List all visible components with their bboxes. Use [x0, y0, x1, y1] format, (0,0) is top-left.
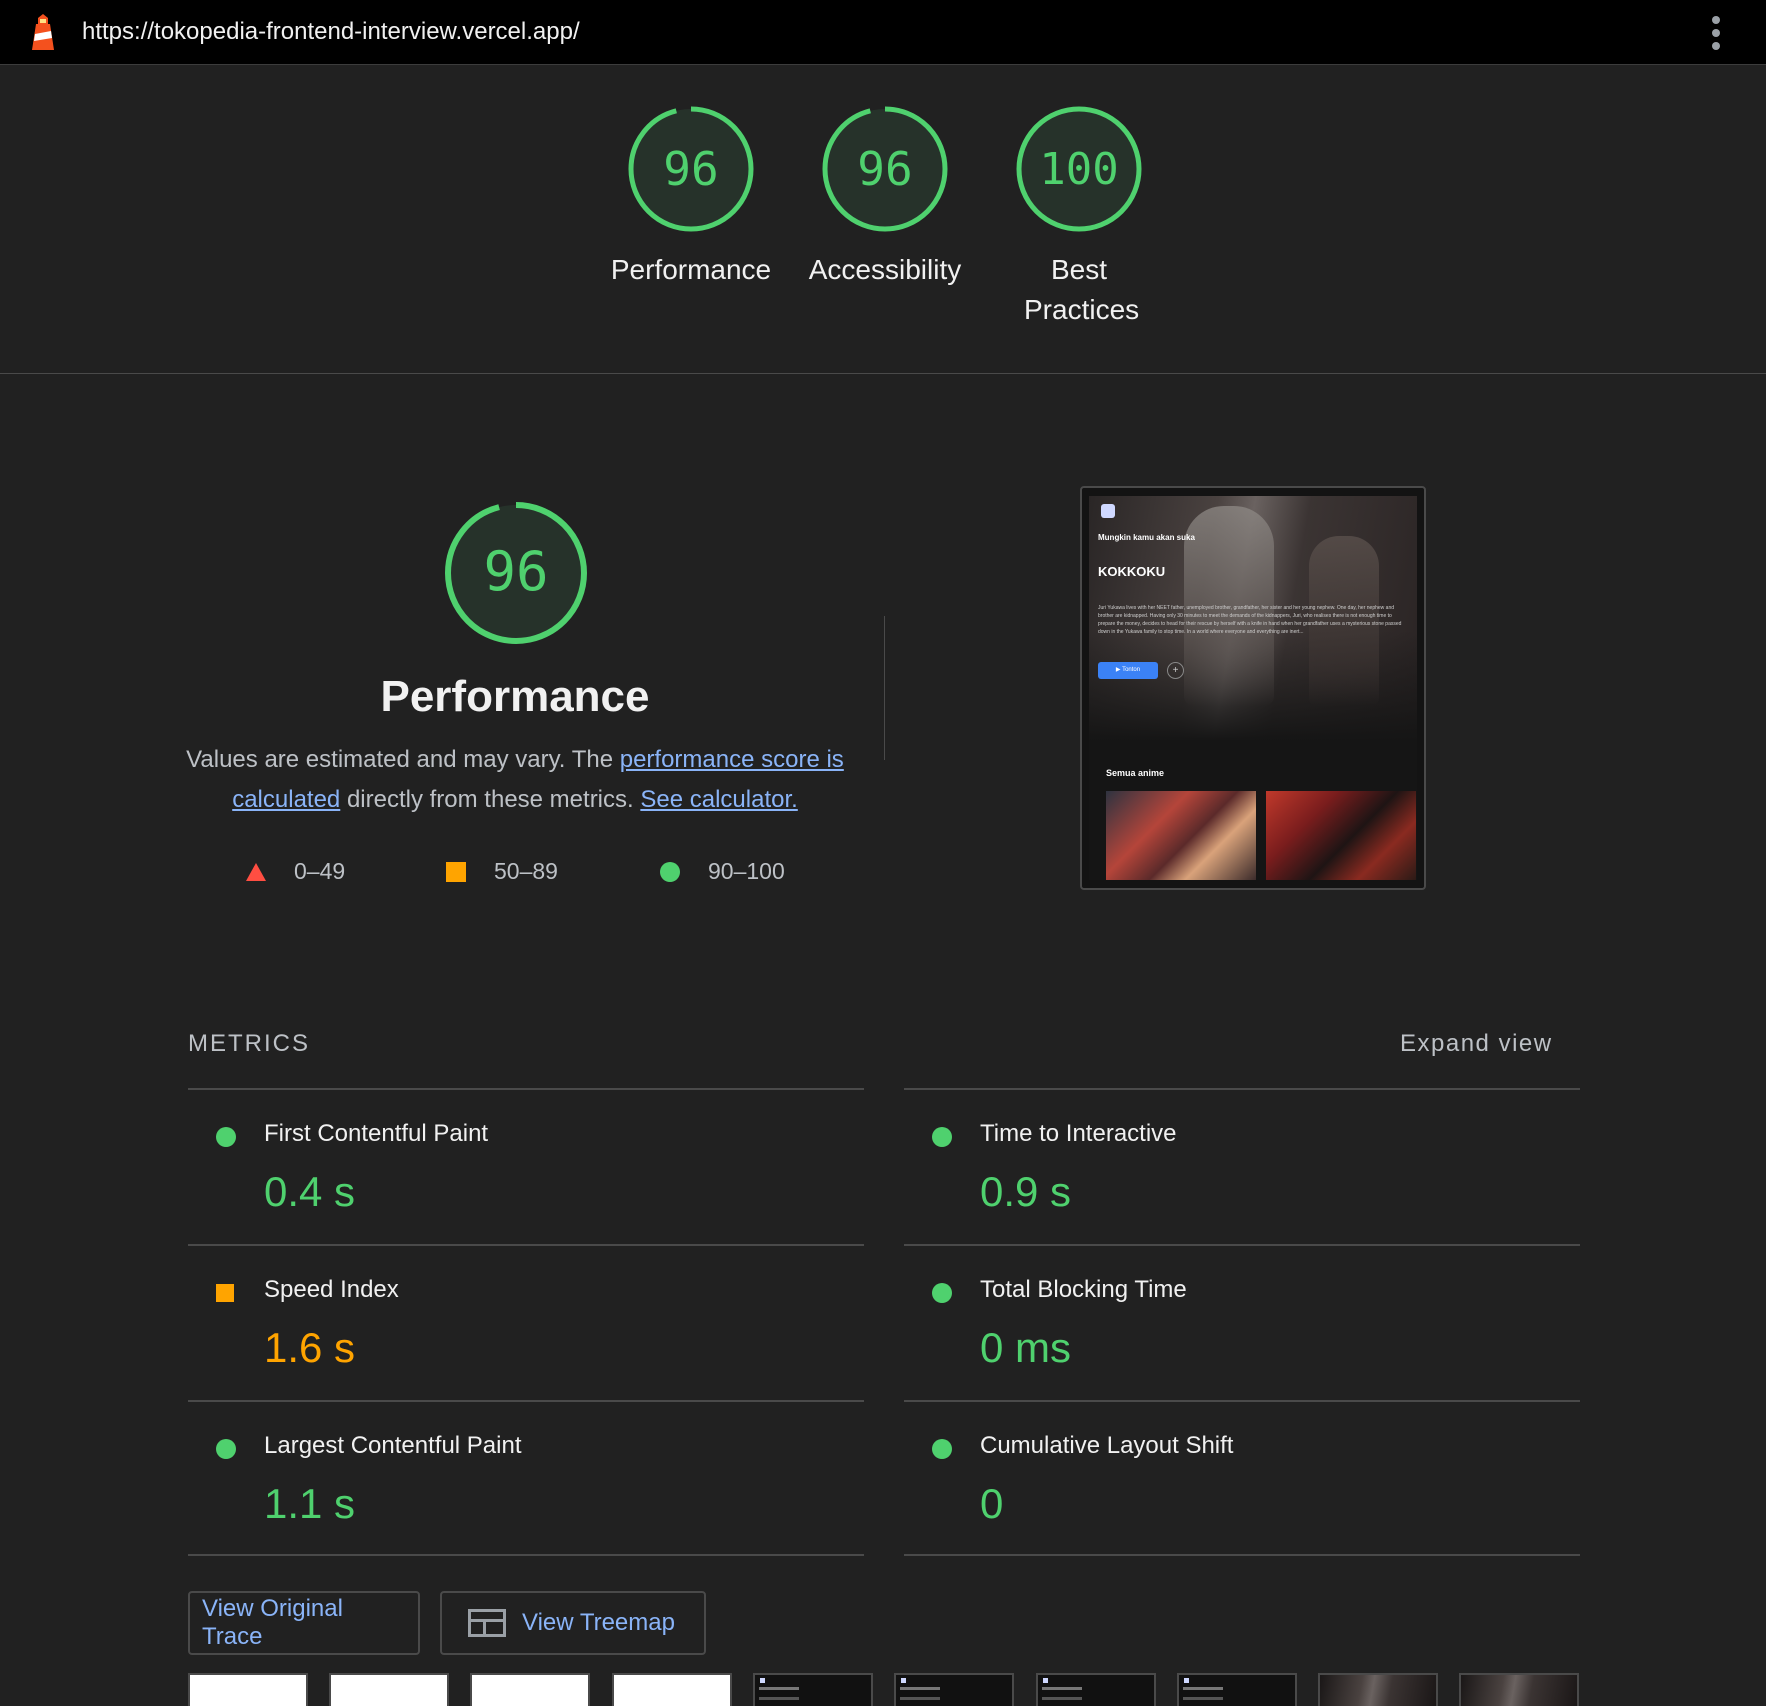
- pass-circle-icon: [216, 1439, 236, 1459]
- performance-description: Values are estimated and may vary. The p…: [185, 740, 845, 820]
- metric-label: Total Blocking Time: [980, 1276, 1187, 1303]
- metric-value: 0.4 s: [264, 1168, 356, 1215]
- button-label: View Original Trace: [202, 1595, 343, 1650]
- filmstrip-frame: [1459, 1673, 1579, 1706]
- gauge-score: 96: [857, 142, 913, 196]
- gauge-label: Performance: [610, 254, 772, 285]
- pass-circle-icon: [216, 1127, 236, 1147]
- screenshot-section-title: Semua anime: [1106, 768, 1165, 778]
- performance-title: Performance: [380, 672, 650, 721]
- filmstrip-frame: [329, 1673, 449, 1706]
- performance-score: 96: [483, 540, 549, 603]
- metric-value: 1.1 s: [264, 1480, 356, 1527]
- metric-divider: [904, 1554, 1580, 1556]
- gauge-accessibility[interactable]: 96 Accessibility: [790, 104, 980, 290]
- expand-view-toggle[interactable]: Expand view: [1400, 1030, 1553, 1058]
- filmstrip-frame: [1177, 1673, 1297, 1706]
- screenshot-title: KOKKOKU: [1098, 564, 1166, 579]
- pass-circle-icon: [932, 1439, 952, 1459]
- screenshot-subtitle: Mungkin kamu akan suka: [1098, 533, 1195, 542]
- filmstrip-frame: [188, 1673, 308, 1706]
- screenshot-description: Juri Yukawa lives with her NEET father, …: [1098, 605, 1402, 635]
- anime-card-image: [1106, 791, 1256, 880]
- description-text: directly from these metrics.: [340, 786, 641, 813]
- gauge-score: 96: [663, 142, 719, 196]
- filmstrip-frame: [1318, 1673, 1438, 1706]
- metric-label: Time to Interactive: [980, 1120, 1177, 1147]
- plus-icon: +: [1167, 662, 1184, 679]
- screenshot-content: Mungkin kamu akan suka KOKKOKU Juri Yuka…: [1089, 496, 1417, 880]
- metric-divider: [188, 1554, 864, 1556]
- metrics-heading: METRICS: [188, 1030, 310, 1057]
- button-label: View Treemap: [522, 1609, 675, 1636]
- section-divider: [0, 373, 1766, 374]
- metric-largest-contentful-paint: Largest Contentful Paint 1.1 s: [188, 1402, 864, 1556]
- metric-value: 0 ms: [980, 1324, 1072, 1371]
- metric-first-contentful-paint: First Contentful Paint 0.4 s: [188, 1090, 864, 1244]
- filmstrip-frame: [470, 1673, 590, 1706]
- top-bar: https://tokopedia-frontend-interview.ver…: [0, 0, 1766, 65]
- metric-value: 0.9 s: [980, 1168, 1072, 1215]
- legend-pass: 90–100: [660, 858, 785, 885]
- gauge-best-practices[interactable]: 100 Best Practices: [984, 104, 1174, 330]
- filmstrip-frame: [753, 1673, 873, 1706]
- square-icon: [446, 861, 466, 882]
- metric-value: 1.6 s: [264, 1324, 356, 1371]
- lighthouse-logo-icon: [32, 14, 54, 50]
- average-square-icon: [216, 1284, 234, 1302]
- metric-cumulative-layout-shift: Cumulative Layout Shift 0: [904, 1402, 1580, 1556]
- metric-total-blocking-time: Total Blocking Time 0 ms: [904, 1246, 1580, 1400]
- description-text: Values are estimated and may vary. The: [186, 746, 620, 773]
- legend-fail-label: 0–49: [294, 858, 346, 884]
- treemap-icon: [468, 1609, 506, 1637]
- metric-value: 0: [980, 1480, 1004, 1527]
- metric-label: Largest Contentful Paint: [264, 1432, 522, 1459]
- gauge-label: Accessibility: [808, 254, 962, 285]
- legend-average-label: 50–89: [494, 858, 558, 884]
- app-logo-icon: [1101, 504, 1115, 518]
- pass-circle-icon: [932, 1283, 952, 1303]
- metric-label: First Contentful Paint: [264, 1120, 489, 1147]
- filmstrip-frame: [894, 1673, 1014, 1706]
- gauge-score: 100: [1039, 144, 1119, 195]
- circle-icon: [660, 861, 680, 882]
- filmstrip-frame: [612, 1673, 732, 1706]
- legend-pass-label: 90–100: [708, 858, 785, 884]
- see-calculator-link[interactable]: See calculator.: [640, 786, 797, 813]
- metric-label: Cumulative Layout Shift: [980, 1432, 1234, 1459]
- view-original-trace-button[interactable]: View Original Trace: [188, 1591, 420, 1655]
- vertical-divider: [884, 616, 885, 760]
- more-options-icon[interactable]: [1706, 14, 1726, 52]
- performance-gauge-large: 96: [443, 500, 589, 646]
- gauge-label: Best Practices: [1024, 254, 1140, 325]
- report-url[interactable]: https://tokopedia-frontend-interview.ver…: [82, 18, 580, 46]
- watch-button: ▶ Tonton: [1098, 662, 1158, 679]
- triangle-icon: [246, 862, 266, 881]
- anime-card-image: [1266, 791, 1416, 880]
- gauge-performance[interactable]: 96 Performance: [596, 104, 786, 290]
- legend-average: 50–89: [446, 858, 558, 885]
- pass-circle-icon: [932, 1127, 952, 1147]
- metric-time-to-interactive: Time to Interactive 0.9 s: [904, 1090, 1580, 1244]
- view-treemap-button[interactable]: View Treemap: [440, 1591, 706, 1655]
- final-screenshot[interactable]: Mungkin kamu akan suka KOKKOKU Juri Yuka…: [1080, 486, 1426, 890]
- metric-speed-index: Speed Index 1.6 s: [188, 1246, 864, 1400]
- metric-label: Speed Index: [264, 1276, 399, 1303]
- filmstrip-frame: [1036, 1673, 1156, 1706]
- legend-fail: 0–49: [246, 858, 345, 885]
